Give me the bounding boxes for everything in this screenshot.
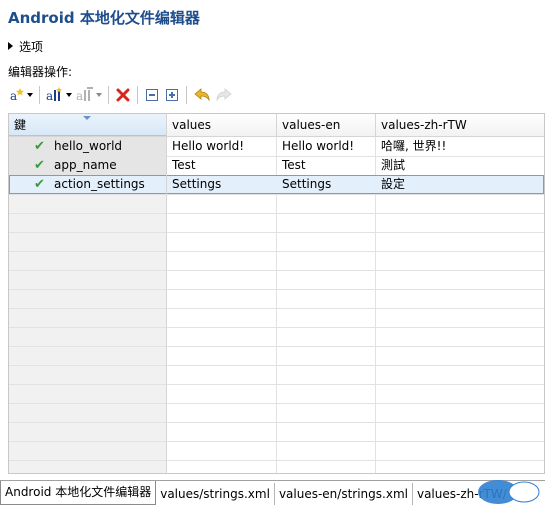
row-divider	[9, 327, 544, 328]
toolbar-separator	[137, 86, 138, 104]
toolbar-separator	[186, 86, 187, 104]
cell-values[interactable]: Hello world!	[167, 137, 276, 156]
expand-triangle-icon	[8, 42, 13, 50]
remove-locale-dropdown-icon[interactable]	[96, 93, 102, 97]
add-locale-dropdown-icon[interactable]	[66, 93, 72, 97]
cell-values[interactable]: Settings	[167, 175, 276, 194]
key-text: hello_world	[54, 139, 123, 153]
collapse-all-icon	[146, 89, 158, 101]
key-text: app_name	[54, 158, 117, 172]
delete-button[interactable]	[114, 85, 132, 105]
row-divider	[9, 460, 544, 461]
column-header-values-zh-rtw[interactable]: values-zh-rTW	[376, 114, 544, 136]
column-header-values-en[interactable]: values-en	[277, 114, 376, 136]
sort-indicator-icon	[83, 116, 91, 120]
toolbar-separator	[108, 86, 109, 104]
table-header: 鍵 values values-en values-zh-rTW	[9, 114, 544, 137]
table-row[interactable]: ✔ hello_world Hello world! Hello world! …	[9, 137, 544, 156]
editor-operations-label: 编辑器操作:	[8, 65, 73, 79]
add-locale-button[interactable]: a	[45, 85, 73, 105]
row-divider	[9, 384, 544, 385]
row-divider	[9, 308, 544, 309]
cell-values-zh-rtw[interactable]: 哈囉, 世界!!	[376, 137, 544, 156]
row-divider	[9, 251, 544, 252]
cell-values-en[interactable]: Test	[277, 156, 375, 175]
row-divider	[9, 232, 544, 233]
localization-table: 鍵 values values-en values-zh-rTW ✔ hello…	[8, 113, 545, 474]
row-divider	[9, 213, 544, 214]
add-locale-icon: a	[46, 87, 62, 103]
collapse-all-button[interactable]	[143, 85, 161, 105]
svg-text:a: a	[46, 89, 53, 103]
cell-values-en[interactable]: Hello world!	[277, 137, 375, 156]
check-icon: ✔	[34, 158, 45, 173]
row-divider	[9, 365, 544, 366]
row-divider	[9, 346, 544, 347]
toolbar-separator	[39, 86, 40, 104]
key-text: action_settings	[54, 177, 145, 191]
tab-values-strings[interactable]: values/strings.xml	[156, 483, 275, 505]
tab-values-en-strings[interactable]: values-en/strings.xml	[274, 483, 413, 505]
redo-button[interactable]	[214, 85, 234, 105]
options-label: 选项	[19, 39, 44, 54]
add-key-button[interactable]: a	[8, 85, 34, 105]
options-section-toggle[interactable]: 选项	[8, 38, 43, 54]
cell-values-zh-rtw[interactable]: 設定	[376, 175, 544, 194]
table-row-selected[interactable]: ✔ action_settings Settings Settings 設定	[9, 175, 544, 194]
key-cell: ✔ action_settings	[9, 175, 167, 194]
row-divider	[9, 422, 544, 423]
row-divider	[9, 194, 544, 195]
undo-button[interactable]	[192, 85, 212, 105]
cell-values-zh-rtw[interactable]: 測試	[376, 156, 544, 175]
cell-values-en[interactable]: Settings	[277, 175, 375, 194]
add-key-dropdown-icon[interactable]	[27, 93, 33, 97]
editor-toolbar: a a a	[8, 84, 236, 106]
column-header-key[interactable]: 鍵	[9, 114, 167, 136]
redo-arrow-icon	[216, 88, 232, 102]
check-icon: ✔	[34, 177, 45, 192]
editor-title: Android 本地化文件编辑器	[8, 9, 200, 27]
check-icon: ✔	[34, 139, 45, 154]
undo-arrow-icon	[194, 88, 210, 102]
key-cell: ✔ hello_world	[9, 137, 167, 156]
row-divider	[9, 441, 544, 442]
svg-text:a: a	[76, 89, 83, 103]
red-x-icon	[116, 88, 130, 102]
remove-locale-icon: a	[76, 87, 93, 103]
svg-text:a: a	[10, 89, 17, 103]
row-divider	[9, 270, 544, 271]
remove-locale-button[interactable]: a	[75, 85, 103, 105]
row-divider	[9, 289, 544, 290]
column-header-label: 鍵	[14, 118, 27, 132]
column-header-values[interactable]: values	[167, 114, 277, 136]
add-key-icon: a	[10, 88, 24, 103]
key-cell: ✔ app_name	[9, 156, 167, 175]
ithelp-watermark-logo	[478, 480, 540, 504]
editor-tabs: Android 本地化文件编辑器 values/strings.xml valu…	[0, 480, 545, 505]
table-row[interactable]: ✔ app_name Test Test 測試	[9, 156, 544, 175]
expand-all-icon	[166, 89, 178, 101]
tab-localization-editor[interactable]: Android 本地化文件编辑器	[0, 481, 157, 505]
row-divider	[9, 403, 544, 404]
expand-all-button[interactable]	[163, 85, 181, 105]
cell-values[interactable]: Test	[167, 156, 276, 175]
